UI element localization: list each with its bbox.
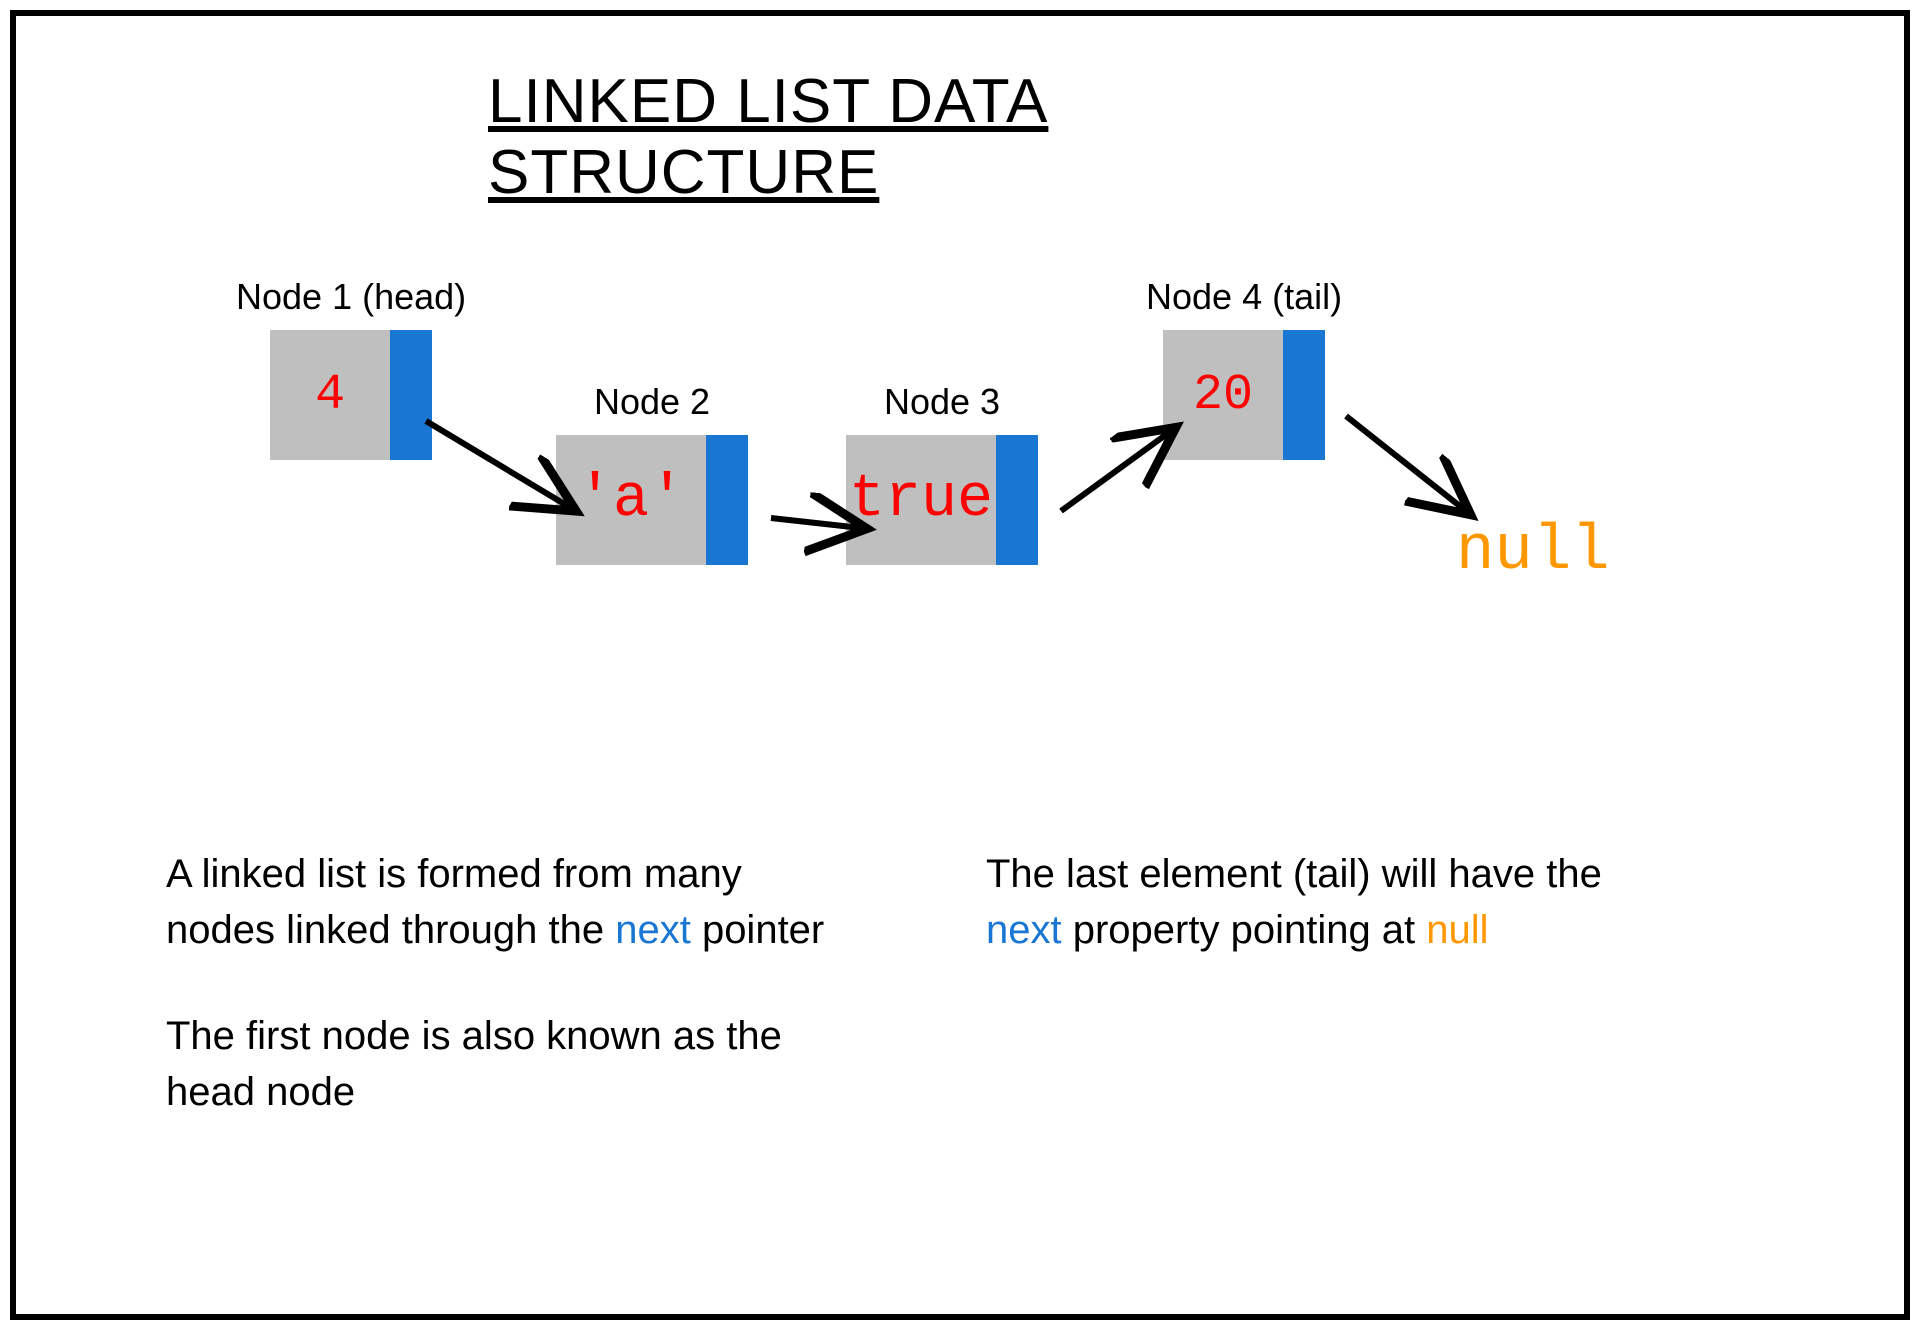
node-label: Node 4 (tail) [1146, 276, 1342, 318]
node-label: Node 1 (head) [236, 276, 466, 318]
diagram-frame: LINKED LIST DATA STRUCTURE Node 1 (head)… [10, 10, 1910, 1320]
node-value: 4 [270, 330, 390, 460]
highlight-next: next [986, 908, 1062, 952]
node-next-pointer [996, 435, 1038, 565]
diagram-title: LINKED LIST DATA STRUCTURE [488, 66, 1432, 208]
node-next-pointer [706, 435, 748, 565]
node-3: Node 3 true [846, 381, 1038, 565]
text-segment: The last element (tail) will have the [986, 852, 1602, 896]
null-terminator: null [1456, 516, 1610, 588]
description-paragraph: The last element (tail) will have the ne… [986, 846, 1626, 958]
highlight-null: null [1426, 908, 1488, 952]
node-box: 'a' [556, 435, 748, 565]
node-next-pointer [390, 330, 432, 460]
node-value: true [846, 435, 996, 565]
node-box: 4 [270, 330, 432, 460]
node-next-pointer [1283, 330, 1325, 460]
node-4-tail: Node 4 (tail) 20 [1146, 276, 1342, 460]
text-segment: pointer [691, 908, 824, 952]
text-segment: property pointing at [1062, 908, 1427, 952]
node-1-head: Node 1 (head) 4 [236, 276, 466, 460]
description-paragraph: The first node is also known as the head… [166, 1008, 846, 1120]
node-box: true [846, 435, 1038, 565]
node-2: Node 2 'a' [556, 381, 748, 565]
node-label: Node 2 [594, 381, 710, 423]
description-left: A linked list is formed from many nodes … [166, 846, 846, 1120]
description-right: The last element (tail) will have the ne… [986, 846, 1626, 958]
arrow-icon [1346, 416, 1466, 511]
node-value: 'a' [556, 435, 706, 565]
highlight-next: next [615, 908, 691, 952]
description-paragraph: A linked list is formed from many nodes … [166, 846, 846, 958]
node-box: 20 [1163, 330, 1325, 460]
node-value: 20 [1163, 330, 1283, 460]
node-label: Node 3 [884, 381, 1000, 423]
linked-list-diagram: Node 1 (head) 4 Node 2 'a' Node 3 true N… [16, 276, 1904, 726]
